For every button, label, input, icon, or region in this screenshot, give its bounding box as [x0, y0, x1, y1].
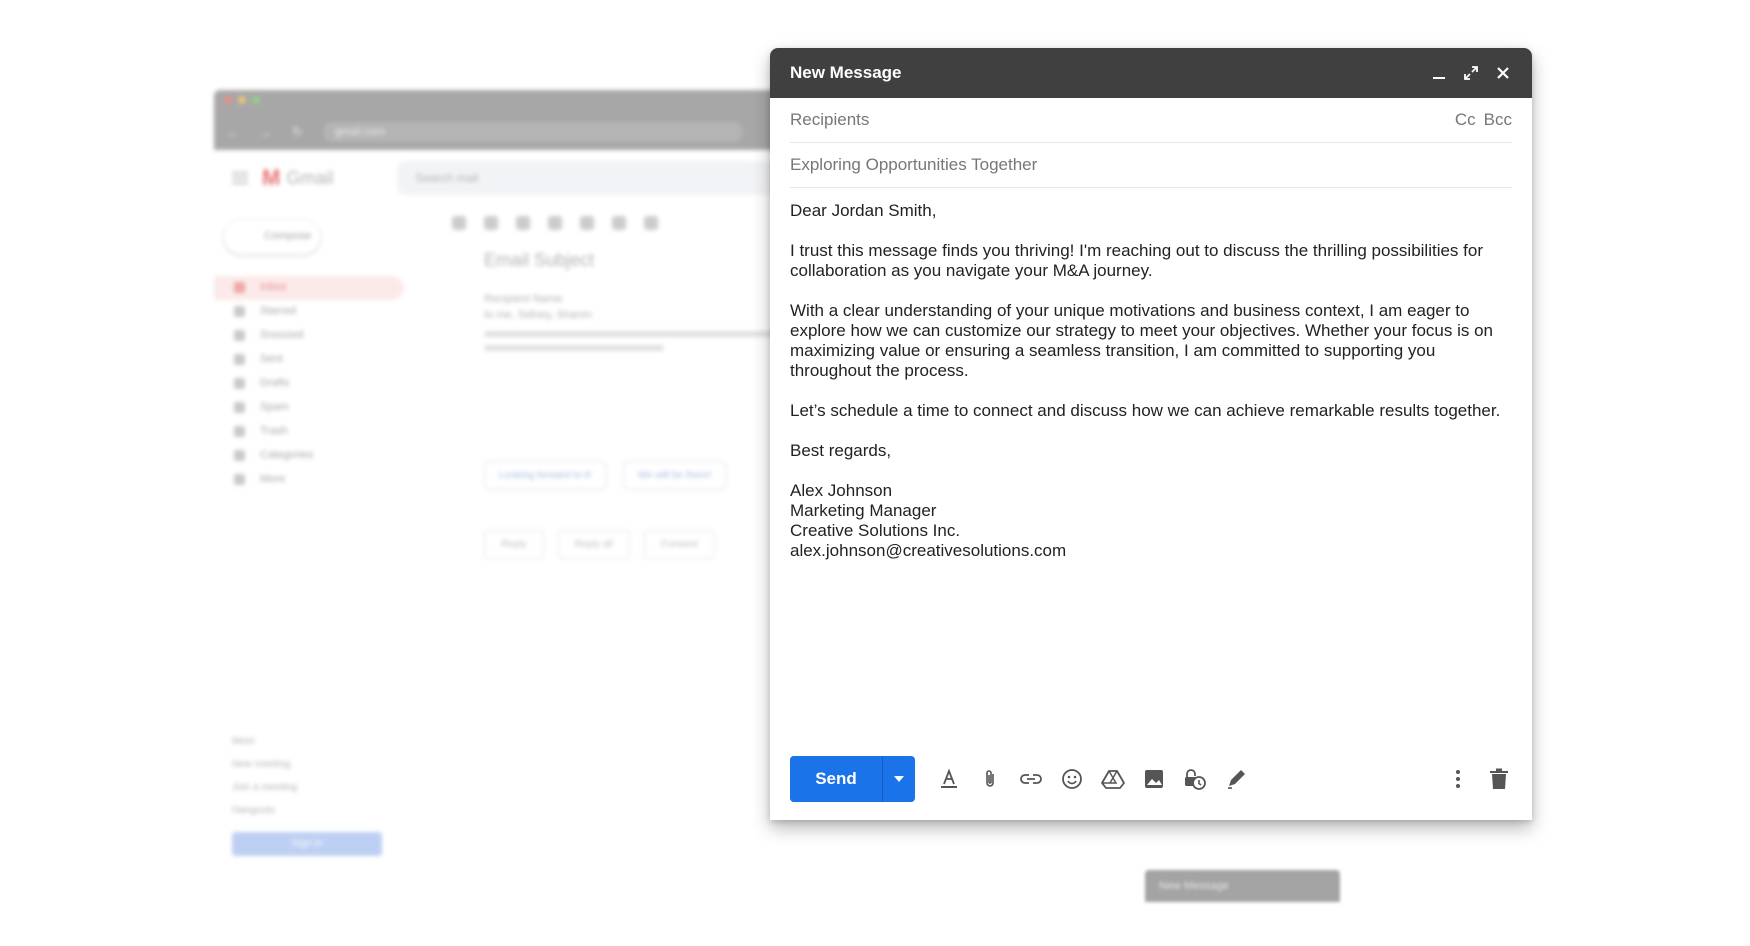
body-paragraph: I trust this message finds you thriving!…: [790, 241, 1483, 280]
format-text-icon[interactable]: [935, 766, 962, 793]
back-icon: ←: [226, 124, 239, 140]
confidential-icon[interactable]: [1181, 766, 1208, 793]
compose-window: New Message Recipients Cc Bcc Exploring …: [770, 48, 1532, 820]
format-toolbar: [935, 766, 1249, 793]
reload-icon: ↻: [292, 124, 303, 139]
meet-heading: Meet: [232, 736, 255, 747]
reply-all-button-bg: Reply all: [557, 530, 630, 559]
body-closing: Best regards,: [790, 441, 892, 460]
compose-header-icons: [1430, 64, 1512, 82]
delete-draft-icon[interactable]: [1485, 766, 1512, 793]
forward-icon: →: [259, 124, 272, 140]
photo-icon[interactable]: [1140, 766, 1167, 793]
body-paragraph: Let’s schedule a time to connect and dis…: [790, 401, 1501, 420]
footer-right-tools: [1444, 766, 1512, 793]
subject-text[interactable]: Exploring Opportunities Together: [790, 155, 1512, 175]
sidebar-item-categories: Categories: [214, 444, 404, 468]
cc-bcc-links: Cc Bcc: [1455, 110, 1512, 130]
hangouts-heading: Hangouts: [232, 805, 275, 816]
body-paragraph: With a clear understanding of your uniqu…: [790, 301, 1493, 380]
compose-footer: Send: [790, 756, 1512, 802]
meet-section: Meet New meeting Join a meeting Hangouts…: [214, 730, 404, 856]
reply-button-bg: Reply: [484, 530, 544, 559]
meet-item: Join a meeting: [232, 782, 298, 793]
attach-icon[interactable]: [976, 766, 1003, 793]
signature-icon[interactable]: [1222, 766, 1249, 793]
sidebar-item-inbox: Inbox: [214, 276, 404, 300]
expand-icon[interactable]: [1462, 64, 1480, 82]
send-group: Send: [790, 756, 915, 802]
bcc-link[interactable]: Bcc: [1484, 110, 1512, 130]
sidebar-item-spam: Spam: [214, 396, 404, 420]
signature-title: Marketing Manager: [790, 501, 937, 520]
drive-icon[interactable]: [1099, 766, 1126, 793]
minimize-icon[interactable]: [1430, 64, 1448, 82]
minimized-compose: New Message: [1145, 870, 1340, 902]
recipients-field[interactable]: Recipients Cc Bcc: [790, 98, 1512, 143]
browser-nav: ← → ↻ gmail.com: [226, 122, 743, 142]
more-options-icon[interactable]: [1444, 766, 1471, 793]
gmail-sidebar: Compose Inbox Starred Snoozed Sent Draft…: [214, 206, 404, 559]
forward-button-bg: Forward: [643, 530, 715, 559]
send-options-dropdown[interactable]: [882, 756, 915, 802]
cc-link[interactable]: Cc: [1455, 110, 1476, 130]
compose-title: New Message: [790, 63, 902, 82]
meet-item: New meeting: [232, 759, 291, 770]
email-text-line: [484, 345, 664, 351]
sidebar-item-more: More: [214, 468, 404, 492]
sidebar-item-drafts: Drafts: [214, 372, 404, 396]
close-icon[interactable]: [1494, 64, 1512, 82]
signin-button-bg: Sign in: [232, 832, 382, 856]
send-button[interactable]: Send: [790, 756, 882, 802]
window-controls: [224, 96, 260, 104]
signature-company: Creative Solutions Inc.: [790, 521, 961, 540]
body-greeting: Dear Jordan Smith,: [790, 201, 937, 220]
smart-reply: We will be there!: [622, 461, 727, 490]
compose-button-bg: Compose: [224, 220, 320, 254]
sidebar-item-starred: Starred: [214, 300, 404, 324]
app-name: Gmail: [286, 167, 334, 188]
subject-field[interactable]: Exploring Opportunities Together: [790, 143, 1512, 188]
signature-name: Alex Johnson: [790, 481, 893, 500]
compose-header: New Message: [770, 48, 1532, 98]
chevron-down-icon: [894, 776, 904, 782]
message-body[interactable]: Dear Jordan Smith, I trust this message …: [790, 188, 1512, 736]
email-text-line: [484, 331, 784, 337]
sidebar-item-sent: Sent: [214, 348, 404, 372]
signature-email: alex.johnson@creativesolutions.com: [790, 541, 1067, 560]
menu-icon: [232, 172, 248, 184]
gmail-logo: M Gmail: [262, 165, 334, 190]
smart-reply: Looking forward to it!: [484, 461, 607, 490]
sidebar-item-trash: Trash: [214, 420, 404, 444]
recipients-placeholder[interactable]: Recipients: [790, 110, 1455, 130]
link-icon[interactable]: [1017, 766, 1044, 793]
emoji-icon[interactable]: [1058, 766, 1085, 793]
address-bar: gmail.com: [322, 122, 743, 142]
sidebar-item-snoozed: Snoozed: [214, 324, 404, 348]
